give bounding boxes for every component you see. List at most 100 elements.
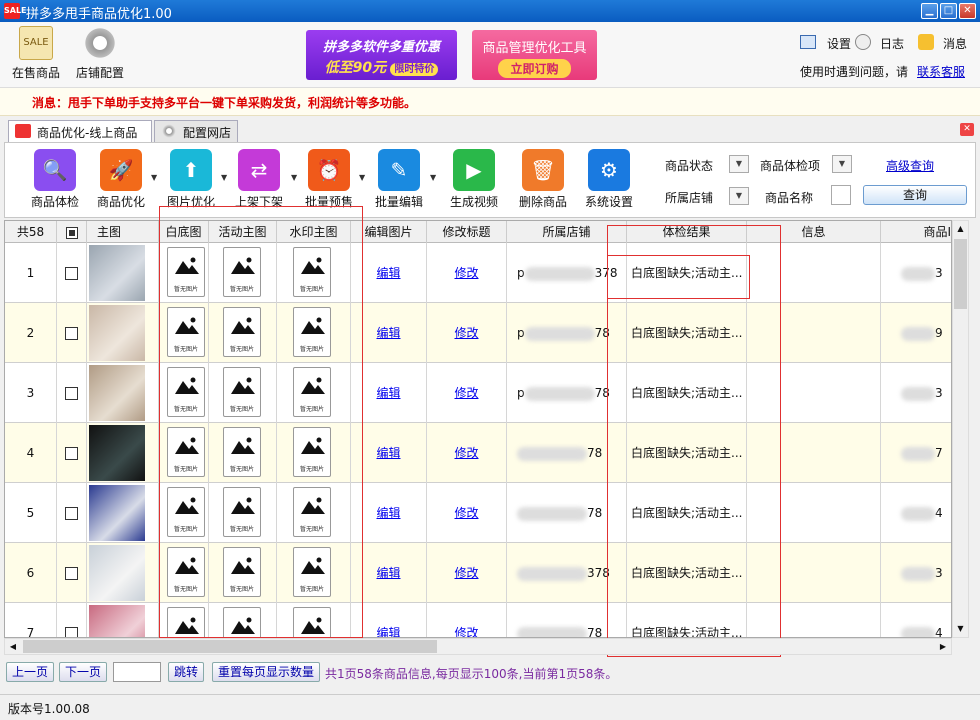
- close-button[interactable]: ✕: [959, 3, 976, 19]
- page-number-input[interactable]: [113, 662, 161, 682]
- row-checkbox[interactable]: [65, 567, 78, 580]
- next-page-button[interactable]: 下一页: [59, 662, 108, 682]
- horizontal-scroll-thumb[interactable]: [23, 640, 437, 653]
- no-image-text: 暂无图片: [173, 466, 198, 473]
- promo-banner-tool[interactable]: 商品管理优化工具 立即订购: [472, 30, 597, 80]
- image-optimize-button[interactable]: ⬆ 图片优化: [155, 149, 227, 210]
- product-thumbnail[interactable]: [89, 365, 145, 421]
- edit-title-link[interactable]: 修改: [427, 603, 506, 637]
- shelf-toggle-button[interactable]: ⇄ 上架下架: [223, 149, 295, 210]
- settings-link[interactable]: 设置: [827, 35, 851, 52]
- advanced-query-link[interactable]: 高级查询: [886, 157, 934, 174]
- edit-image-link[interactable]: 编辑: [351, 483, 426, 543]
- system-settings-button[interactable]: ⚙ 系统设置: [573, 149, 645, 210]
- on-sale-products-button[interactable]: SALE 在售商品: [6, 26, 66, 81]
- log-link[interactable]: 日志: [880, 35, 904, 52]
- product-id-cell: 4: [881, 603, 951, 637]
- edit-title-link[interactable]: 修改: [427, 363, 506, 423]
- shop-config-button[interactable]: 店铺配置: [70, 26, 130, 81]
- header-edit-image: 编辑图片: [351, 221, 427, 243]
- product-optimize-button[interactable]: 🚀 商品优化: [85, 149, 157, 210]
- main-image-cell: [87, 363, 159, 423]
- main-image-cell: [87, 603, 159, 637]
- check-item-filter-dropdown[interactable]: ▼: [832, 155, 852, 173]
- shop-suffix: 378: [587, 566, 610, 580]
- scroll-left-icon[interactable]: ◀: [5, 639, 21, 654]
- table-row[interactable]: 5 暂无图片 暂无图片 暂无图片 编辑 修改 78 白底图缺失;活动主... 4: [5, 483, 951, 543]
- status-filter-dropdown[interactable]: ▼: [729, 155, 749, 173]
- select-all-checkbox[interactable]: [65, 226, 78, 239]
- edit-title-link[interactable]: 修改: [427, 423, 506, 483]
- tab-config-shop[interactable]: 配置网店: [154, 120, 238, 142]
- prev-page-button[interactable]: 上一页: [6, 662, 55, 682]
- no-image-text: 暂无图片: [229, 526, 254, 533]
- shop-filter-dropdown[interactable]: ▼: [729, 187, 749, 205]
- header-select-all[interactable]: [57, 221, 87, 243]
- edit-title-link[interactable]: 修改: [427, 243, 506, 303]
- scroll-right-icon[interactable]: ▶: [935, 639, 951, 654]
- product-thumbnail[interactable]: [89, 425, 145, 481]
- shop-cell: 78: [507, 483, 627, 543]
- document-search-icon: 🔍: [34, 149, 76, 191]
- edit-title-link[interactable]: 修改: [427, 303, 506, 363]
- action-label: 批量预售: [304, 195, 353, 209]
- tab-strip: 商品优化-线上商品 配置网店 ✕: [0, 118, 980, 142]
- query-button[interactable]: 查询: [863, 185, 967, 205]
- contact-support-link[interactable]: 联系客服: [917, 63, 965, 80]
- settings-icon[interactable]: [800, 35, 816, 49]
- promo-banner-discount[interactable]: 拼多多软件多重优惠 低至90元 限时特价: [306, 30, 457, 80]
- product-thumbnail[interactable]: [89, 305, 145, 361]
- edit-image-link[interactable]: 编辑: [351, 243, 426, 303]
- minimize-button[interactable]: ▁: [921, 3, 938, 19]
- log-icon[interactable]: [855, 34, 871, 50]
- table-row[interactable]: 7暂无图片暂无图片暂无图片编辑修改78白底图缺失;活动主...4: [5, 603, 951, 637]
- jump-button[interactable]: 跳转: [168, 662, 205, 682]
- row-checkbox[interactable]: [65, 627, 78, 637]
- product-check-button[interactable]: 🔍 商品体检: [19, 149, 91, 210]
- horizontal-scrollbar[interactable]: ◀ ▶: [4, 638, 952, 655]
- edit-title-link[interactable]: 修改: [427, 483, 506, 543]
- scroll-up-icon[interactable]: ▲: [953, 221, 968, 237]
- delete-product-button[interactable]: 🗑 删除商品: [507, 149, 579, 210]
- edit-image-link[interactable]: 编辑: [351, 363, 426, 423]
- product-id-suffix: 7: [935, 446, 943, 460]
- generate-video-button[interactable]: ▶ 生成视频: [438, 149, 510, 210]
- batch-presale-button[interactable]: ⏰ 批量预售: [293, 149, 365, 210]
- message-link[interactable]: 消息: [943, 35, 967, 52]
- table-row[interactable]: 1 暂无图片 暂无图片 暂无图片 编辑 修改 p 378 白底图缺失;活动主... 3: [5, 243, 951, 303]
- action-label: 删除商品: [518, 195, 567, 209]
- product-thumbnail[interactable]: [89, 485, 145, 541]
- edit-image-link[interactable]: 编辑: [351, 303, 426, 363]
- vertical-scroll-thumb[interactable]: [954, 239, 967, 309]
- product-thumbnail[interactable]: [89, 245, 145, 301]
- image-placeholder-icon: [301, 317, 325, 334]
- row-checkbox[interactable]: [65, 267, 78, 280]
- edit-image-link[interactable]: 编辑: [351, 543, 426, 603]
- table-row[interactable]: 3 暂无图片 暂无图片 暂无图片 编辑 修改 p 78 白底图缺失;活动主... 3: [5, 363, 951, 423]
- product-thumbnail[interactable]: [89, 545, 145, 601]
- image-placeholder-icon: [175, 497, 199, 514]
- maximize-button[interactable]: □: [940, 3, 957, 19]
- edit-title-link[interactable]: 修改: [427, 543, 506, 603]
- row-checkbox[interactable]: [65, 507, 78, 520]
- vertical-scrollbar[interactable]: ▲ ▼: [952, 220, 969, 638]
- batch-edit-button[interactable]: ✎ 批量编辑: [363, 149, 435, 210]
- table-row[interactable]: 2 暂无图片 暂无图片 暂无图片 编辑 修改 p 78 白底图缺失;活动主... 9: [5, 303, 951, 363]
- scroll-down-icon[interactable]: ▼: [953, 621, 968, 637]
- white-bg-cell: 暂无图片: [159, 303, 209, 363]
- row-checkbox[interactable]: [65, 447, 78, 460]
- product-name-input[interactable]: [831, 185, 851, 205]
- reset-page-size-button[interactable]: 重置每页显示数量: [212, 662, 321, 682]
- tab-online-products[interactable]: 商品优化-线上商品: [8, 120, 152, 142]
- edit-image-link[interactable]: 编辑: [351, 603, 426, 637]
- close-tab-icon[interactable]: ✕: [960, 123, 974, 136]
- row-checkbox[interactable]: [65, 327, 78, 340]
- product-thumbnail[interactable]: [89, 605, 145, 637]
- chevron-down-icon[interactable]: ▼: [430, 173, 436, 182]
- table-row[interactable]: 6 暂无图片 暂无图片 暂无图片 编辑 修改 378 白底图缺失;活动主... 3: [5, 543, 951, 603]
- table-row[interactable]: 4 暂无图片 暂无图片 暂无图片 编辑 修改 78 白底图缺失;活动主... 7: [5, 423, 951, 483]
- row-checkbox[interactable]: [65, 387, 78, 400]
- edit-image-link[interactable]: 编辑: [351, 423, 426, 483]
- message-icon[interactable]: [918, 34, 934, 50]
- rocket-icon: 🚀: [100, 149, 142, 191]
